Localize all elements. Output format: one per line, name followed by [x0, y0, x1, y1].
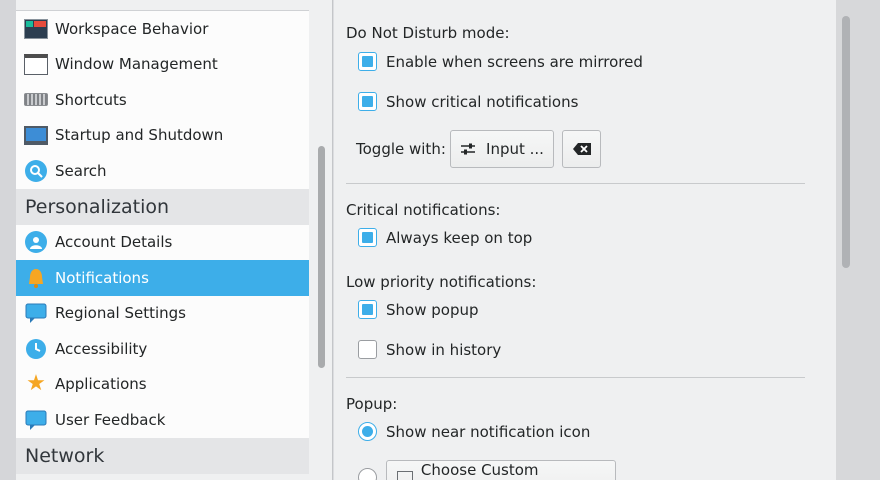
popup-near-icon-radio[interactable]: Show near notification icon	[358, 422, 590, 441]
checkbox-checked-icon	[358, 228, 377, 247]
checkbox-checked-icon	[358, 300, 377, 319]
sidebar-item-label: User Feedback	[55, 410, 166, 429]
chat-icon	[24, 408, 48, 432]
checkbox-label: Show critical notifications	[386, 92, 579, 111]
dnd-critical-checkbox[interactable]: Show critical notifications	[358, 92, 578, 111]
sidebar-item-label: Workspace Behavior	[55, 19, 209, 38]
sidebar-item-startup-and-shutdown[interactable]: Startup and Shutdown	[16, 118, 309, 154]
keyboard-icon	[24, 88, 48, 112]
separator	[346, 183, 805, 184]
search-icon	[24, 159, 48, 183]
window-icon	[24, 52, 48, 76]
sidebar-item-label: Applications	[55, 375, 147, 394]
sidebar-item-workspace-behavior[interactable]: Workspace Behavior	[16, 11, 309, 47]
sliders-icon	[460, 142, 476, 156]
choose-custom-position-button[interactable]: Choose Custom Position...	[386, 460, 616, 480]
star-icon: ★	[26, 371, 46, 397]
sidebar-item-label: Regional Settings	[55, 304, 187, 323]
user-icon	[24, 230, 48, 254]
checkbox-label: Show in history	[386, 340, 502, 359]
sidebar-item-search[interactable]: Search	[16, 153, 309, 189]
backspace-icon	[572, 142, 592, 156]
dnd-section-label: Do Not Disturb mode:	[346, 24, 510, 42]
sidebar-item-notifications[interactable]: Notifications	[16, 260, 309, 296]
sidebar-item-user-feedback[interactable]: User Feedback	[16, 402, 309, 438]
monitor-icon	[24, 123, 48, 147]
sidebar-item-label: Notifications	[55, 268, 149, 287]
toggle-with-label: Toggle with:	[356, 140, 446, 158]
sidebar-item-label: Startup and Shutdown	[55, 126, 224, 145]
chat-icon	[24, 301, 48, 325]
sidebar-item-label: Shortcuts	[55, 90, 127, 109]
checkbox-label: Show popup	[386, 300, 479, 319]
shortcut-input-button[interactable]: Input ...	[450, 130, 554, 168]
choose-custom-position-label: Choose Custom Position...	[420, 461, 539, 480]
sidebar-item-regional-settings[interactable]: Regional Settings	[16, 296, 309, 332]
workspace-icon	[24, 17, 48, 41]
sidebar-item-label: Accessibility	[55, 339, 148, 358]
critical-keep-on-top-checkbox[interactable]: Always keep on top	[358, 228, 532, 247]
clear-shortcut-button[interactable]	[562, 130, 601, 168]
low-priority-section-label: Low priority notifications:	[346, 273, 537, 291]
main-scrollbar[interactable]	[842, 16, 850, 268]
sidebar-item-applications[interactable]: ★ Applications	[16, 367, 309, 403]
position-icon	[397, 471, 413, 480]
sidebar-section-personalization: Personalization	[16, 188, 309, 225]
checkbox-checked-icon	[358, 92, 377, 111]
sidebar-section-network: Network	[16, 437, 309, 474]
sidebar-scrollbar[interactable]	[318, 146, 325, 368]
sidebar-item-accessibility[interactable]: Accessibility	[16, 331, 309, 367]
checkbox-unchecked-icon	[358, 340, 377, 359]
popup-custom-radio[interactable]	[358, 468, 386, 480]
window-left-margin	[0, 0, 16, 480]
sidebar: Workspace Behavior Window Management Sho…	[16, 0, 333, 480]
sidebar-item-account-details[interactable]: Account Details	[16, 225, 309, 261]
checkbox-label: Enable when screens are mirrored	[386, 52, 643, 71]
sidebar-item-label: Search	[55, 161, 107, 180]
checkbox-checked-icon	[358, 52, 377, 71]
sidebar-list: Workspace Behavior Window Management Sho…	[16, 10, 309, 474]
bell-icon	[24, 266, 48, 290]
low-show-history-checkbox[interactable]: Show in history	[358, 340, 501, 359]
dnd-mirrored-checkbox[interactable]: Enable when screens are mirrored	[358, 52, 643, 71]
sidebar-item-window-management[interactable]: Window Management	[16, 47, 309, 83]
sidebar-item-label: Account Details	[55, 233, 173, 252]
sidebar-item-label: Window Management	[55, 55, 218, 74]
low-show-popup-checkbox[interactable]: Show popup	[358, 300, 479, 319]
radio-label: Show near notification icon	[386, 422, 591, 441]
radio-selected-icon	[358, 422, 377, 441]
checkbox-label: Always keep on top	[386, 228, 533, 247]
shortcut-input-label: Input ...	[486, 140, 544, 158]
popup-section-label: Popup:	[346, 395, 398, 413]
separator	[346, 377, 805, 378]
sidebar-item-shortcuts[interactable]: Shortcuts	[16, 82, 309, 118]
critical-section-label: Critical notifications:	[346, 201, 501, 219]
clock-icon	[24, 337, 48, 361]
radio-unselected-icon	[358, 468, 377, 480]
